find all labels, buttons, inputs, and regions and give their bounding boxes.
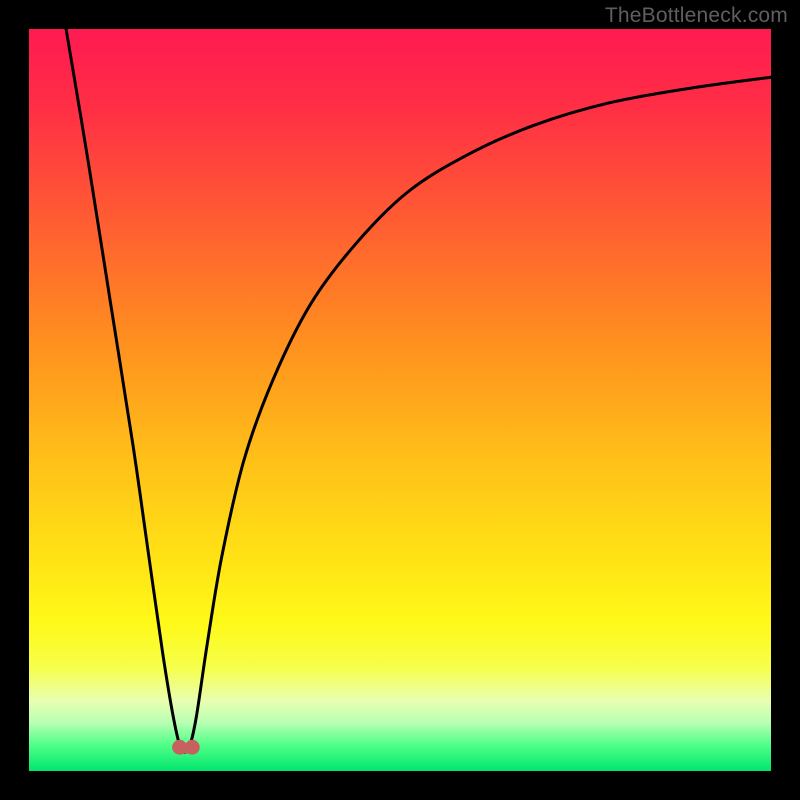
watermark-text: TheBottleneck.com <box>605 4 788 28</box>
curve-layer <box>29 29 771 771</box>
chart-frame: TheBottleneck.com <box>0 0 800 800</box>
marker-dot <box>185 740 200 755</box>
bottleneck-curve <box>66 29 771 752</box>
plot-area <box>29 29 771 771</box>
